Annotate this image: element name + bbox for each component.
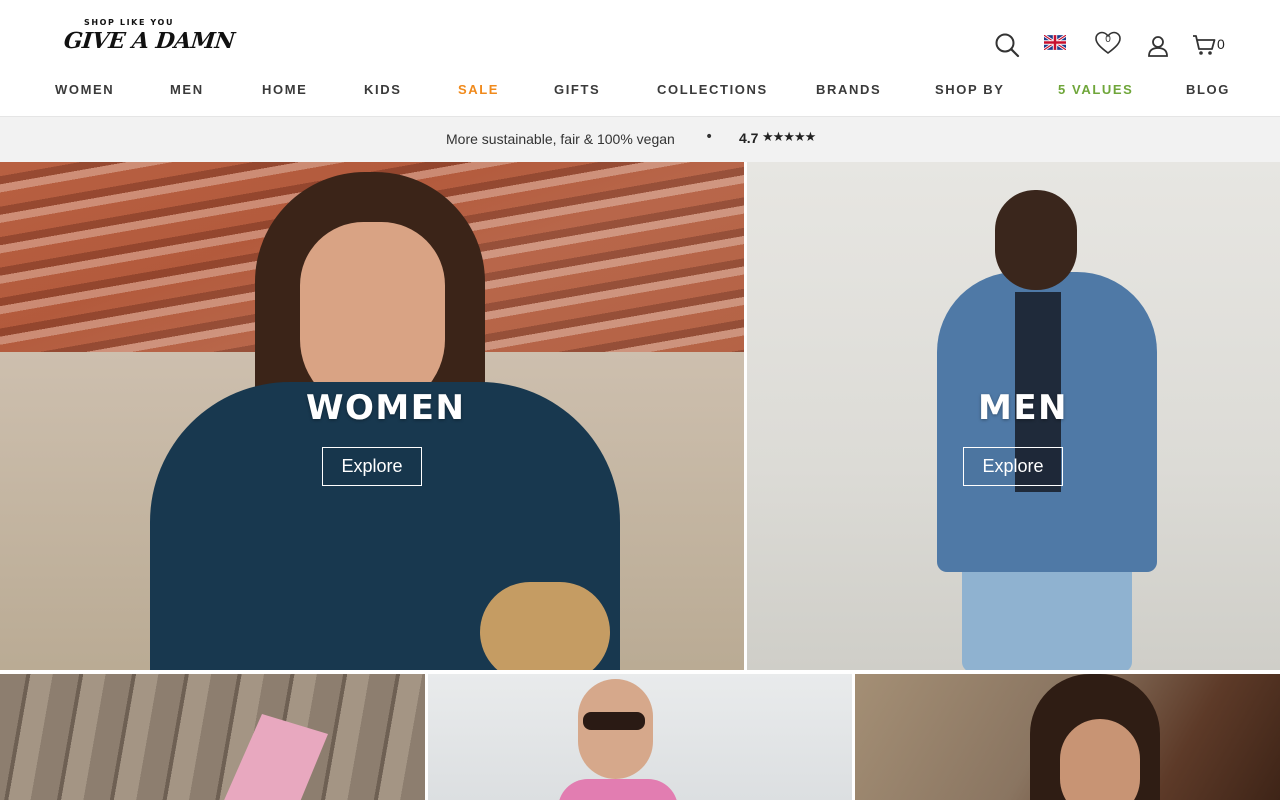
nav-item-men[interactable]: MEN [170,82,204,97]
pink-shirt-decor [558,779,678,800]
uk-flag-icon[interactable] [1043,34,1067,50]
site-header: SHOP LIKE YOU GIVE A DAMN 0 0 WOMEN MEN … [0,0,1280,117]
hero-tile-women[interactable]: WOMEN Explore [0,162,744,670]
nav-item-kids[interactable]: KIDS [364,82,401,97]
nav-item-brands[interactable]: BRANDS [816,82,881,97]
category-tile-kids[interactable] [855,674,1280,800]
model-face-decor [1060,719,1140,800]
cart-count: 0 [1217,36,1225,52]
nav-item-women[interactable]: WOMEN [55,82,114,97]
basket-bag-decor [480,582,610,670]
rating-stars-icon[interactable]: ★★★★★ [762,130,816,145]
nav-item-5-values[interactable]: 5 VALUES [1058,82,1133,97]
explore-men-button[interactable]: Explore [963,447,1063,486]
logo-name: GIVE A DAMN [62,28,236,54]
explore-women-button[interactable]: Explore [322,447,422,486]
promo-text: More sustainable, fair & 100% vegan [446,131,675,147]
promo-separator: • [705,129,714,145]
model-head-decor [995,190,1077,290]
search-icon[interactable] [992,31,1022,59]
account-user-icon[interactable] [1145,33,1171,59]
logo-tagline: SHOP LIKE YOU [84,18,175,27]
sunglasses-decor [583,712,645,730]
nav-item-home[interactable]: HOME [262,82,307,97]
category-tile-home[interactable] [0,674,425,800]
promo-strip: More sustainable, fair & 100% vegan • 4.… [0,117,1280,162]
flower-bouquet-decor [218,714,328,800]
nav-item-blog[interactable]: BLOG [1186,82,1230,97]
nav-item-shop-by[interactable]: SHOP BY [935,82,1004,97]
nav-item-sale[interactable]: SALE [458,82,499,97]
rating-value[interactable]: 4.7 [739,130,758,146]
nav-item-gifts[interactable]: GIFTS [554,82,600,97]
nav-item-collections[interactable]: COLLECTIONS [657,82,768,97]
logo[interactable]: SHOP LIKE YOU GIVE A DAMN [62,18,236,64]
cart-icon[interactable] [1190,33,1218,57]
category-tile-sunglasses[interactable] [428,674,852,800]
main-nav: WOMEN MEN HOME KIDS SALE GIFTS COLLECTIO… [0,82,1280,104]
hero-tile-men[interactable]: MEN Explore [747,162,1280,670]
wishlist-heart-icon[interactable]: 0 [1094,30,1122,56]
hero-title-women: WOMEN [306,388,466,428]
wishlist-count: 0 [1105,34,1111,45]
hero-title-men: MEN [978,388,1069,428]
